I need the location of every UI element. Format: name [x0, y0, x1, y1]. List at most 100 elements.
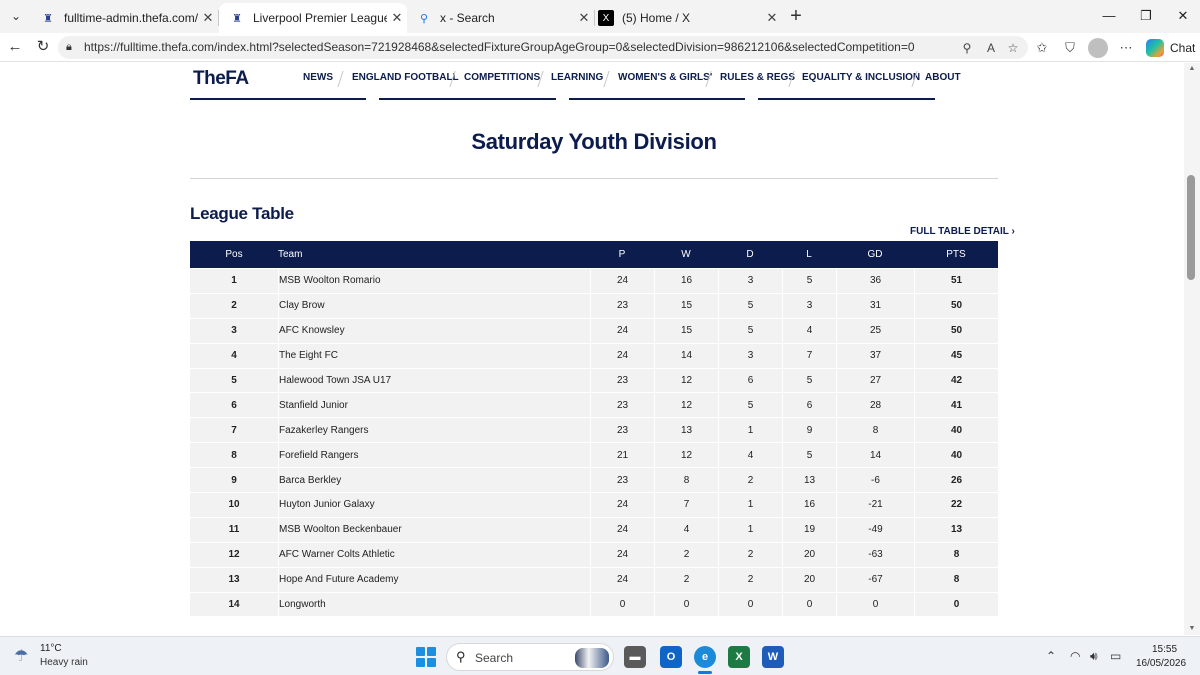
team-cell[interactable]: Longworth: [278, 591, 590, 617]
table-row: 8 Forefield Rangers 21 12 4 5 14 40: [190, 442, 998, 468]
excel-icon[interactable]: X: [728, 646, 750, 668]
goal-difference-cell: 36: [836, 268, 914, 293]
refresh-icon[interactable]: ↻: [32, 37, 54, 57]
lost-cell: 4: [782, 317, 836, 343]
tab-close-icon[interactable]: ✕: [198, 10, 218, 26]
pos-cell: 14: [190, 591, 278, 617]
menu-competitions[interactable]: COMPETITIONS: [464, 72, 540, 83]
won-cell: 15: [654, 317, 718, 343]
tab-close-icon[interactable]: ✕: [762, 10, 782, 26]
back-arrow-icon[interactable]: ←: [4, 37, 26, 57]
restore-icon[interactable]: ❐: [1131, 5, 1161, 27]
table-row: 5 Halewood Town JSA U17 23 12 6 5 27 42: [190, 367, 998, 393]
played-cell: 23: [590, 392, 654, 418]
read-aloud-icon[interactable]: A: [982, 39, 1000, 57]
team-cell[interactable]: Stanfield Junior: [278, 392, 590, 418]
show-hidden-icons-chevron-icon[interactable]: ⌃: [1046, 649, 1056, 663]
played-cell: 0: [590, 591, 654, 617]
scroll-down-icon[interactable]: ▼: [1187, 625, 1197, 633]
scrollbar-thumb[interactable]: [1187, 175, 1195, 280]
points-cell: 8: [914, 566, 998, 592]
more-options-icon[interactable]: ⋯: [1116, 38, 1136, 58]
browser-essentials-shield-icon[interactable]: ⛉: [1060, 38, 1080, 58]
menu-womens-girls[interactable]: WOMEN'S & GIRLS': [618, 72, 712, 83]
table-header-row: Pos Team P W D L GD PTS: [190, 241, 998, 268]
minimize-icon[interactable]: —: [1094, 5, 1124, 27]
search-label: Search: [475, 651, 514, 665]
menu-news[interactable]: NEWS: [303, 72, 333, 83]
lost-cell: 19: [782, 516, 836, 542]
won-cell: 0: [654, 591, 718, 617]
clock-date[interactable]: 16/05/2026: [1136, 658, 1186, 669]
windows-start-icon[interactable]: [416, 647, 436, 667]
team-cell[interactable]: Forefield Rangers: [278, 442, 590, 468]
goal-difference-cell: -6: [836, 467, 914, 493]
browser-tab-3[interactable]: ⚲ x - Search ✕: [406, 3, 594, 33]
rain-cloud-icon[interactable]: ☂: [14, 647, 34, 667]
tab-close-icon[interactable]: ✕: [387, 10, 407, 26]
browser-tab-1[interactable]: ♜ fulltime-admin.thefa.com/gen/Cha ✕: [30, 3, 218, 33]
header-played: P: [590, 241, 654, 268]
drawn-cell: 4: [718, 442, 782, 468]
team-cell[interactable]: MSB Woolton Romario: [278, 268, 590, 293]
window-close-icon[interactable]: ✕: [1168, 5, 1198, 27]
browser-tab-4[interactable]: X (5) Home / X ✕: [588, 3, 782, 33]
team-cell[interactable]: The Eight FC: [278, 342, 590, 368]
zoom-icon[interactable]: ⚲: [958, 39, 976, 57]
weather-temperature[interactable]: 11°C: [40, 643, 62, 654]
menu-about[interactable]: ABOUT: [925, 72, 961, 83]
lost-cell: 3: [782, 292, 836, 318]
team-cell[interactable]: AFC Warner Colts Athletic: [278, 541, 590, 567]
site-info-icon[interactable]: 🔒︎: [66, 40, 80, 54]
menu-rules-regs[interactable]: RULES & REGS: [720, 72, 795, 83]
played-cell: 23: [590, 417, 654, 443]
profile-avatar[interactable]: [1088, 38, 1108, 58]
favorite-star-icon[interactable]: ☆: [1004, 39, 1022, 57]
copilot-chat-button[interactable]: Chat: [1146, 38, 1195, 58]
battery-icon[interactable]: ▭: [1110, 649, 1121, 663]
volume-icon[interactable]: 🔊︎: [1090, 649, 1098, 664]
clock-time[interactable]: 15:55: [1152, 644, 1177, 655]
pos-cell: 12: [190, 541, 278, 567]
goal-difference-cell: -63: [836, 541, 914, 567]
page-scrollbar[interactable]: ▲ ▼: [1184, 63, 1200, 635]
wifi-icon[interactable]: ◠: [1070, 649, 1080, 663]
favorites-icon[interactable]: ✩: [1032, 38, 1052, 58]
team-cell[interactable]: AFC Knowsley: [278, 317, 590, 343]
browser-tab-2[interactable]: ♜ Liverpool Premier League ✕: [219, 3, 407, 33]
team-cell[interactable]: Hope And Future Academy: [278, 566, 590, 592]
team-cell[interactable]: Clay Brow: [278, 292, 590, 318]
edge-icon[interactable]: e: [694, 646, 716, 668]
new-tab-plus-icon[interactable]: +: [786, 5, 806, 27]
team-cell[interactable]: Fazakerley Rangers: [278, 417, 590, 443]
word-icon[interactable]: W: [762, 646, 784, 668]
won-cell: 8: [654, 467, 718, 493]
tab-actions-chevron-icon[interactable]: ⌄: [6, 7, 26, 25]
menu-learning[interactable]: LEARNING: [551, 72, 603, 83]
drawn-cell: 2: [718, 467, 782, 493]
drawn-cell: 5: [718, 292, 782, 318]
pos-cell: 13: [190, 566, 278, 592]
lost-cell: 13: [782, 467, 836, 493]
scroll-up-icon[interactable]: ▲: [1187, 65, 1197, 73]
menu-divider: [337, 71, 344, 87]
browser-tab-strip: ⌄ ♜ fulltime-admin.thefa.com/gen/Cha ✕ ♜…: [0, 0, 1200, 33]
drawn-cell: 5: [718, 392, 782, 418]
fa-logo[interactable]: TheFA: [193, 68, 249, 90]
full-table-detail-link[interactable]: FULL TABLE DETAIL ›: [910, 226, 1015, 237]
team-cell[interactable]: MSB Woolton Beckenbauer: [278, 516, 590, 542]
team-cell[interactable]: Barca Berkley: [278, 467, 590, 493]
menu-england-football[interactable]: ENGLAND FOOTBALL: [352, 72, 459, 83]
points-cell: 50: [914, 317, 998, 343]
team-cell[interactable]: Halewood Town JSA U17: [278, 367, 590, 393]
table-row: 6 Stanfield Junior 23 12 5 6 28 41: [190, 392, 998, 418]
weather-description[interactable]: Heavy rain: [40, 657, 88, 668]
outlook-icon[interactable]: O: [660, 646, 682, 668]
file-explorer-icon[interactable]: ▬: [624, 646, 646, 668]
taskbar-search[interactable]: ⚲ Search: [446, 643, 614, 671]
won-cell: 13: [654, 417, 718, 443]
address-bar[interactable]: 🔒︎ https://fulltime.thefa.com/index.html…: [58, 36, 1028, 59]
url-text[interactable]: https://fulltime.thefa.com/index.html?se…: [84, 40, 915, 54]
menu-equality-inclusion[interactable]: EQUALITY & INCLUSION: [802, 72, 920, 83]
team-cell[interactable]: Huyton Junior Galaxy: [278, 492, 590, 517]
